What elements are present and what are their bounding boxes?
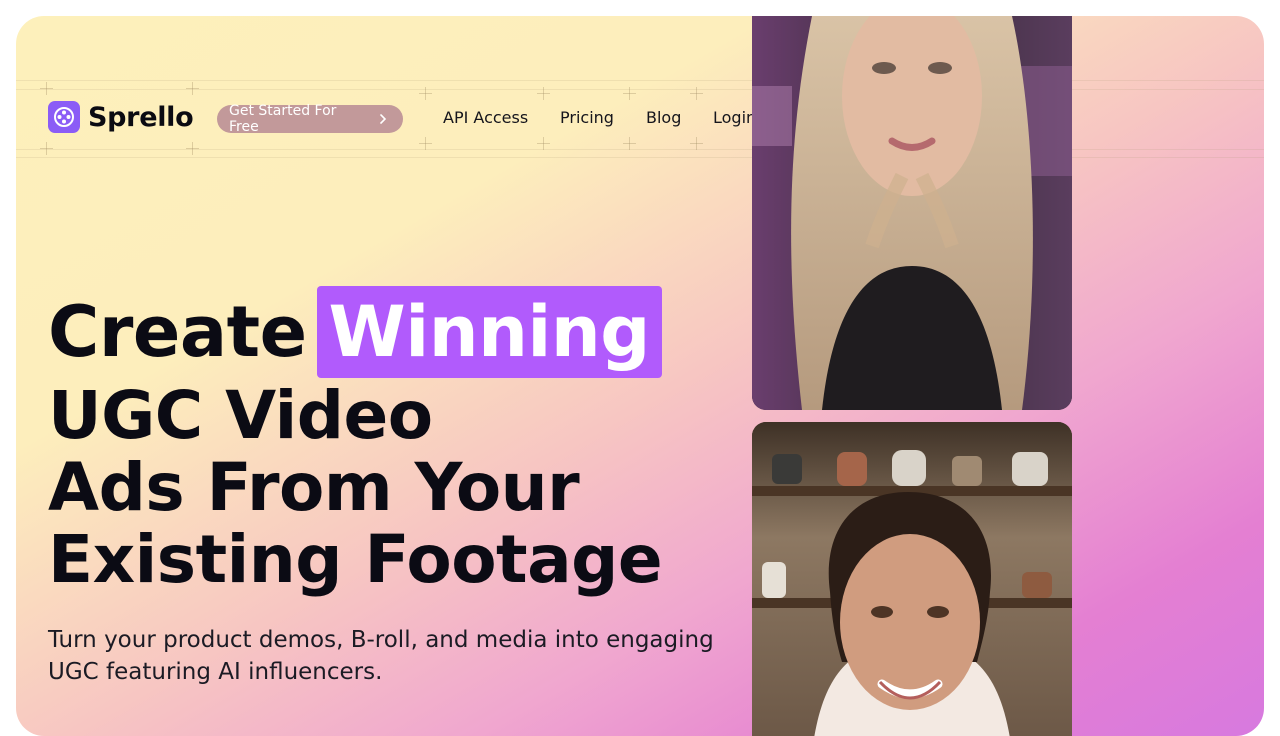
plus-decoration: [537, 137, 550, 150]
grid-line: [16, 149, 1264, 150]
headline-line-4: Existing Footage: [48, 521, 663, 598]
film-reel-icon: [48, 101, 80, 133]
get-started-label: Get Started For Free: [229, 103, 337, 135]
hero-subtext: Turn your product demos, B-roll, and med…: [48, 627, 714, 685]
plus-decoration: [40, 82, 53, 95]
plus-decoration: [186, 142, 199, 155]
nav-link-api-access[interactable]: API Access: [443, 108, 528, 127]
grid-line: [16, 80, 1264, 81]
nav-link-blog[interactable]: Blog: [646, 108, 681, 127]
influencer-video-blonde-icon: [752, 16, 1072, 410]
brand-logo[interactable]: Sprello: [48, 101, 194, 133]
nav-link-pricing[interactable]: Pricing: [560, 108, 614, 127]
headline-highlight: Winning: [316, 286, 662, 378]
influencer-video-card[interactable]: [752, 16, 1072, 410]
plus-decoration: [419, 137, 432, 150]
hero-section: Sprello Get Started For Free API Access …: [16, 16, 1264, 736]
influencer-video-card[interactable]: [752, 422, 1072, 736]
chevron-right-icon: [379, 114, 387, 124]
plus-decoration: [40, 142, 53, 155]
get-started-button[interactable]: Get Started For Free: [217, 103, 403, 135]
plus-decoration: [690, 137, 703, 150]
hero-headline: Create Winning UGC Video Ads From Your E…: [48, 286, 663, 598]
plus-decoration: [690, 87, 703, 100]
nav-link-login[interactable]: Login: [713, 108, 756, 127]
headline-line-2: UGC Video: [48, 377, 433, 454]
plus-decoration: [537, 87, 550, 100]
plus-decoration: [419, 87, 432, 100]
plus-decoration: [623, 87, 636, 100]
plus-decoration: [623, 137, 636, 150]
plus-decoration: [186, 82, 199, 95]
headline-word-create: Create: [48, 291, 307, 373]
headline-line-3: Ads From Your: [48, 449, 580, 526]
influencer-video-kitchen-icon: [752, 422, 1072, 736]
grid-line: [16, 89, 1264, 90]
headline-line-1: Create Winning: [48, 286, 662, 378]
grid-line: [16, 157, 1264, 158]
brand-name: Sprello: [88, 101, 194, 133]
